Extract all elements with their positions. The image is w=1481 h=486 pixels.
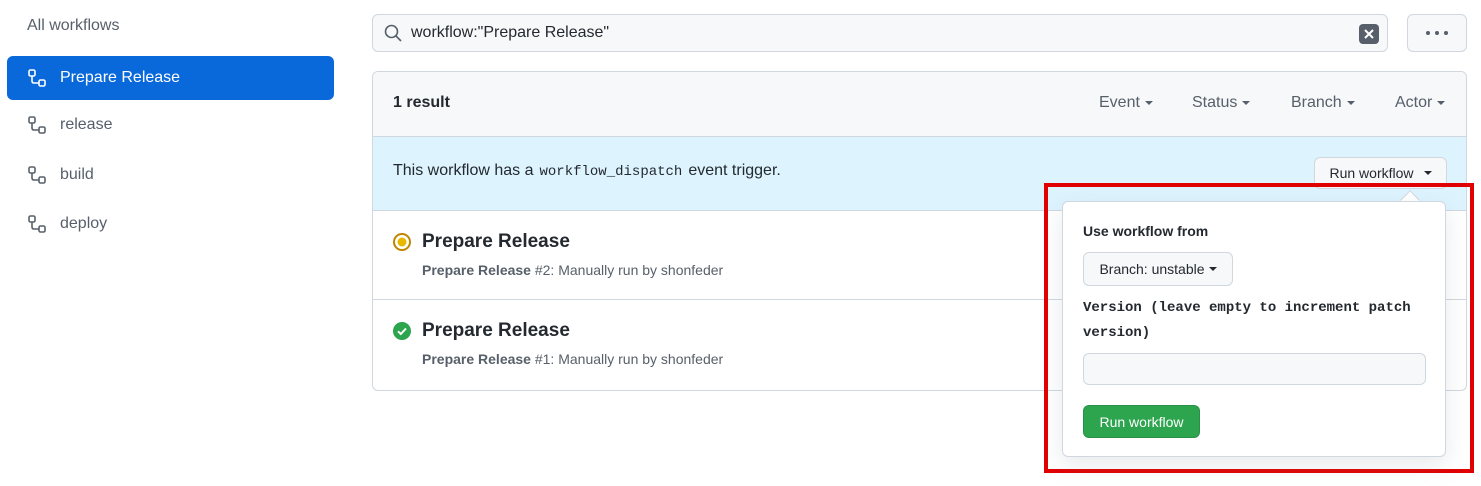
kebab-horizontal-icon[interactable] (1407, 14, 1467, 52)
run-workflow-label: Run workflow (1329, 165, 1414, 181)
popover-heading: Use workflow from (1083, 223, 1209, 239)
run-workflow-name: Prepare Release (422, 262, 531, 278)
filter-branch[interactable]: Branch (1291, 94, 1355, 112)
run-meta: Prepare Release #2: Manually run by shon… (422, 262, 723, 278)
run-workflow-name: Prepare Release (422, 351, 531, 367)
version-input-label: Version (leave empty to increment patch … (1083, 300, 1411, 341)
run-meta-text: #1: Manually run by shonfeder (534, 351, 724, 367)
run-meta: Prepare Release #1: Manually run by shon… (422, 351, 723, 367)
sidebar-item-prepare-release[interactable]: Prepare Release (7, 56, 334, 100)
sidebar-item-release[interactable]: release (7, 103, 334, 147)
branch-select-button[interactable]: Branch: unstable (1083, 252, 1233, 286)
dispatch-text-after: event trigger. (688, 162, 781, 179)
run-title[interactable]: Prepare Release (422, 231, 570, 253)
run-meta-text: #2: Manually run by shonfeder (534, 262, 724, 278)
workflow-icon (27, 115, 47, 135)
filter-status[interactable]: Status (1192, 94, 1250, 112)
workflow-runs-search (372, 14, 1388, 52)
dispatch-text-before: This workflow has a (393, 162, 534, 179)
sidebar-item-label: deploy (60, 215, 108, 232)
results-header: 1 result Event Status Branch Actor (373, 72, 1466, 137)
workflow-icon (27, 68, 47, 88)
version-input[interactable] (1083, 353, 1426, 385)
workflow-icon (27, 165, 47, 185)
in-progress-icon (392, 232, 412, 252)
workflow-icon (27, 214, 47, 234)
sidebar-item-label: Prepare Release (60, 69, 181, 86)
dispatch-code: workflow_dispatch (539, 164, 683, 180)
chevron-down-icon (1208, 267, 1217, 271)
branch-select-label: Branch: unstable (1099, 261, 1205, 277)
check-circle-icon (392, 321, 412, 341)
run-workflow-submit-button[interactable]: Run workflow (1083, 405, 1200, 438)
sidebar-item-label: release (60, 116, 113, 133)
sidebar-item-build[interactable]: build (7, 153, 334, 197)
clear-icon[interactable] (1359, 24, 1379, 44)
all-workflows-link[interactable]: All workflows (27, 17, 119, 35)
chevron-down-icon (1423, 171, 1432, 175)
run-workflow-popover: Use workflow from Branch: unstable Versi… (1062, 201, 1446, 457)
filter-actor[interactable]: Actor (1395, 94, 1445, 112)
filter-event[interactable]: Event (1099, 94, 1153, 112)
result-count: 1 result (393, 94, 450, 111)
search-input[interactable] (411, 24, 1387, 42)
search-icon (383, 23, 403, 43)
dispatch-text: This workflow has a workflow_dispatch even… (393, 162, 781, 180)
sidebar-item-label: build (60, 166, 94, 183)
sidebar-item-deploy[interactable]: deploy (7, 202, 334, 246)
run-title[interactable]: Prepare Release (422, 320, 570, 342)
